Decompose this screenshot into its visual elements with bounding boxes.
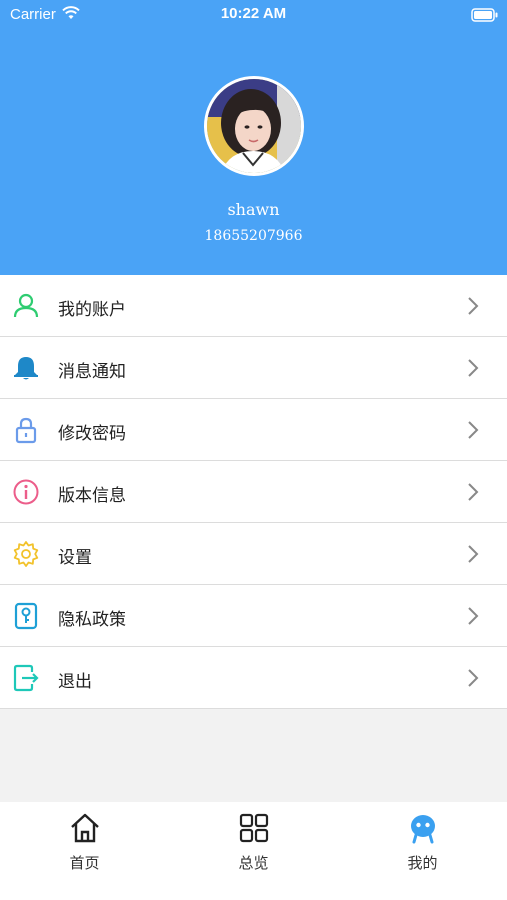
chevron-right-icon xyxy=(467,545,479,567)
tab-mine[interactable]: 我的 xyxy=(338,802,507,900)
avatar[interactable] xyxy=(204,76,304,176)
chevron-right-icon xyxy=(467,607,479,629)
battery-icon xyxy=(471,7,499,26)
privacy-icon xyxy=(12,602,40,630)
tab-overview[interactable]: 总览 xyxy=(169,802,338,900)
menu-item-change-password[interactable]: 修改密码 xyxy=(0,399,507,461)
chevron-right-icon xyxy=(467,669,479,691)
home-icon xyxy=(69,812,101,844)
profile-header: Carrier 10:22 AM shawn 18655207966 xyxy=(0,0,507,275)
menu-item-label: 设置 xyxy=(58,548,92,568)
menu-item-settings[interactable]: 设置 xyxy=(0,523,507,585)
chevron-right-icon xyxy=(467,483,479,505)
menu-item-notifications[interactable]: 消息通知 xyxy=(0,337,507,399)
chevron-right-icon xyxy=(467,421,479,443)
gear-icon xyxy=(12,540,40,568)
menu-item-label: 隐私政策 xyxy=(58,610,126,630)
chevron-right-icon xyxy=(467,297,479,319)
menu-item-account[interactable]: 我的账户 xyxy=(0,275,507,337)
info-icon xyxy=(12,478,40,506)
menu-item-label: 消息通知 xyxy=(58,362,126,382)
menu-item-label: 我的账户 xyxy=(58,300,126,320)
exit-icon xyxy=(12,664,40,692)
menu-item-label: 版本信息 xyxy=(58,486,126,506)
chevron-right-icon xyxy=(467,359,479,381)
bell-icon xyxy=(12,354,40,382)
tab-label: 首页 xyxy=(69,854,100,872)
user-icon xyxy=(12,292,40,320)
menu-item-version-info[interactable]: 版本信息 xyxy=(0,461,507,523)
tab-bar: 首页 总览 我的 xyxy=(0,802,507,900)
phone-number: 18655207966 xyxy=(204,228,303,244)
username: shawn xyxy=(227,200,280,219)
settings-menu: 我的账户 消息通知 修改密码 版本信息 设置 隐私政策 退出 xyxy=(0,275,507,709)
clock-time: 10:22 AM xyxy=(220,5,287,22)
menu-item-label: 退出 xyxy=(58,672,92,692)
robot-icon xyxy=(407,812,439,844)
tab-home[interactable]: 首页 xyxy=(0,802,169,900)
grid-icon xyxy=(238,812,270,844)
menu-item-privacy-policy[interactable]: 隐私政策 xyxy=(0,585,507,647)
status-bar: Carrier 10:22 AM xyxy=(0,0,507,30)
menu-item-label: 修改密码 xyxy=(58,424,126,444)
menu-item-logout[interactable]: 退出 xyxy=(0,647,507,709)
tab-label: 我的 xyxy=(407,854,438,872)
tab-label: 总览 xyxy=(238,854,269,872)
lock-icon xyxy=(12,416,40,444)
